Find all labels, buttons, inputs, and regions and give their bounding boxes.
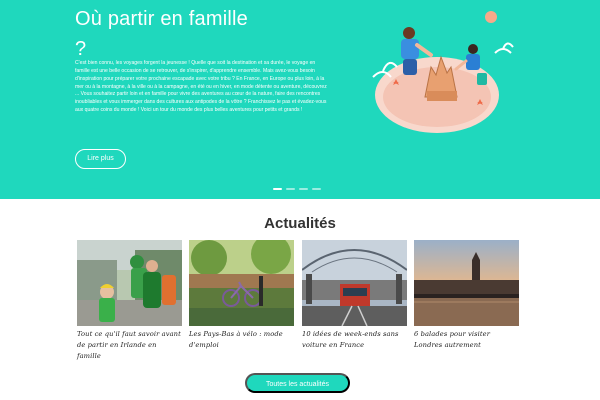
news-card-ireland[interactable]: Tout ce qu'il faut savoir avant de parti… [77, 240, 182, 362]
london-westminster-sunset-photo [414, 240, 519, 326]
hero-banner: Où partir en famille ? C'est bien connu,… [0, 0, 600, 199]
hero-title: Où partir en famille ? [75, 8, 248, 60]
family-sandcastle-illustration [372, 11, 514, 133]
carousel-dot-4[interactable] [312, 188, 321, 190]
hero-description: C'est bien connu, les voyages forgent la… [75, 60, 327, 114]
all-news-button[interactable]: Toutes les actualités [245, 373, 350, 393]
carousel-dot-1[interactable] [273, 188, 282, 190]
carousel-dots [273, 188, 321, 191]
read-more-button[interactable]: Lire plus [75, 149, 126, 169]
news-card-title: 6 balades pour visiter Londres autrement [414, 330, 491, 349]
amsterdam-canal-bike-photo [189, 240, 294, 326]
news-heading: Actualités [264, 215, 336, 232]
train-station-photo [302, 240, 407, 326]
st-patricks-parade-photo [77, 240, 182, 326]
news-card-train-weekends[interactable]: 10 idées de week-ends sans voiture en Fr… [302, 240, 407, 351]
news-card-title: Les Pays-Bas à vélo : mode d'emploi [189, 330, 283, 349]
carousel-dot-3[interactable] [299, 188, 308, 190]
news-card-london[interactable]: 6 balades pour visiter Londres autrement [414, 240, 519, 351]
news-card-title: 10 idées de week-ends sans voiture en Fr… [302, 330, 399, 349]
carousel-dot-2[interactable] [286, 188, 295, 190]
news-card-netherlands[interactable]: Les Pays-Bas à vélo : mode d'emploi [189, 240, 294, 351]
news-card-title: Tout ce qu'il faut savoir avant de parti… [77, 330, 181, 360]
